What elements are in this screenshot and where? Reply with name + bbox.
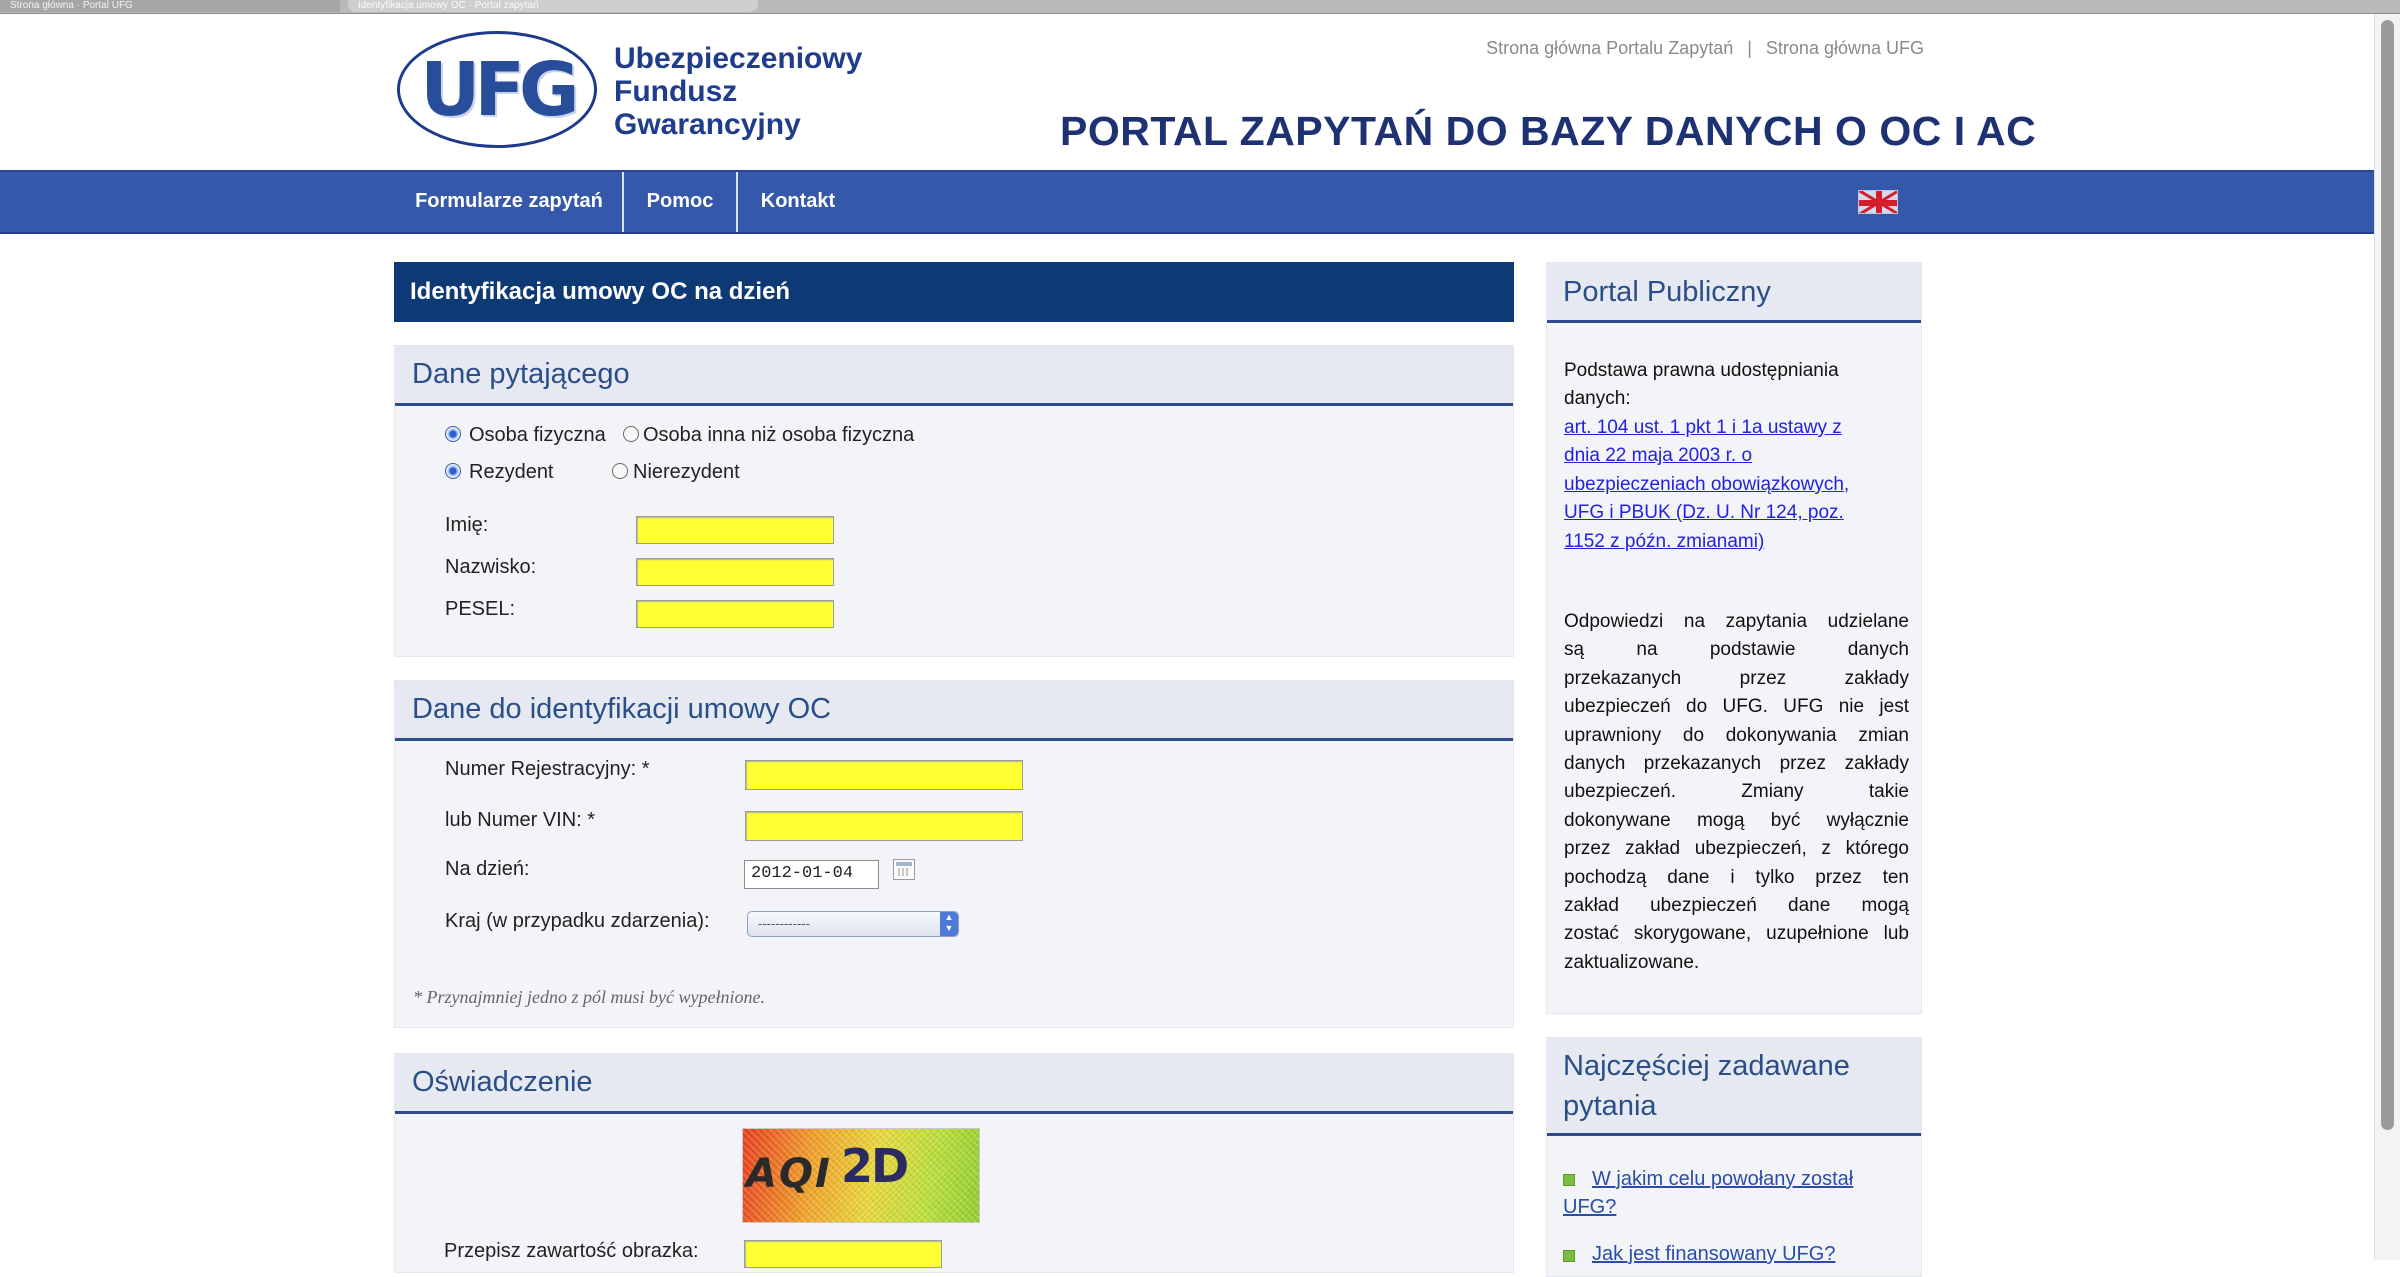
- field-label: Numer Rejestracyjny: *: [445, 758, 650, 780]
- sidebar-heading: Najczęściej zadawane pytania: [1547, 1038, 1921, 1136]
- faq-panel: Najczęściej zadawane pytania W jakim cel…: [1546, 1037, 1922, 1277]
- text-line: danych przekazanych przez zakłady: [1564, 753, 1909, 775]
- radio-non-resident[interactable]: [612, 463, 628, 479]
- faq-link-line[interactable]: W jakim celu powołany został: [1592, 1165, 1912, 1193]
- chevron-updown-icon: ▲ ▼: [940, 912, 958, 936]
- captcha-image: AQI 2D: [742, 1128, 980, 1223]
- main-navigation: Formularze zapytań Pomoc Kontakt: [0, 170, 2374, 234]
- link-ufg-home[interactable]: Strona główna UFG: [1766, 38, 1924, 58]
- text-line: są na podstawie danych: [1564, 639, 1909, 661]
- form-title: Identyfikacja umowy OC na dzień: [394, 262, 1514, 322]
- text-line: pochodzą dane i tylko przez ten: [1564, 866, 1909, 888]
- field-label: Nazwisko:: [445, 556, 537, 578]
- radio-natural-person[interactable]: [445, 426, 461, 442]
- legal-basis-link[interactable]: art. 104 ust. 1 pkt 1 i 1a ustawy z dnia…: [1564, 414, 1909, 556]
- text-line: przekazanych przez zakłady: [1564, 667, 1909, 689]
- text-line: Odpowiedzi na zapytania udzielane: [1564, 611, 1909, 632]
- country-select[interactable]: ------------ ▲ ▼: [747, 911, 959, 937]
- faq-item[interactable]: Jak jest finansowany UFG?: [1592, 1240, 1912, 1268]
- browser-tab-strip: Strona główna · Portal UFG Identyfikacja…: [0, 0, 2400, 14]
- nav-item-contact[interactable]: Kontakt: [740, 172, 856, 232]
- legal-basis-intro: Podstawa prawna udostępniania danych:: [1564, 357, 1909, 414]
- faq-bullet-icon: [1563, 1250, 1575, 1262]
- field-label: Kraj (w przypadku zdarzenia):: [445, 910, 710, 932]
- contract-section: Dane do identyfikacji umowy OC Numer Rej…: [394, 680, 1514, 1028]
- data-disclaimer: Odpowiedzi na zapytania udzielane są na …: [1564, 608, 1909, 977]
- page-scrollbar[interactable]: [2374, 14, 2400, 1260]
- logo-text: UFG: [420, 46, 579, 133]
- flag-stripe: [1876, 191, 1882, 213]
- heading-line: pytania: [1563, 1090, 1657, 1122]
- text-line: zakład ubezpieczeń dane mogą: [1564, 895, 1909, 917]
- captcha-text: 2D: [841, 1139, 909, 1193]
- required-note: * Przynajmniej jedno z pól musi być wype…: [413, 987, 765, 1007]
- first-name-input[interactable]: [636, 516, 834, 544]
- radio-label: Rezydent: [469, 461, 554, 483]
- org-name-line: Ubezpieczeniowy: [614, 42, 863, 75]
- org-name-line: Fundusz: [614, 75, 738, 108]
- faq-link-line[interactable]: Jak jest finansowany UFG?: [1592, 1240, 1912, 1268]
- scrollbar-thumb[interactable]: [2381, 20, 2394, 1130]
- heading-line: Najczęściej zadawane: [1563, 1050, 1850, 1082]
- last-name-input[interactable]: [636, 558, 834, 586]
- link-line[interactable]: dnia 22 maja 2003 r. o: [1564, 442, 1909, 470]
- text-line: uprawniony do dokonywania zmian: [1564, 724, 1909, 746]
- portal-title: PORTAL ZAPYTAŃ DO BAZY DANYCH O OC I AC: [1060, 108, 2037, 154]
- registration-number-input[interactable]: [745, 760, 1023, 790]
- text-line: ubezpieczeń do UFG. UFG nie jest: [1564, 696, 1909, 718]
- text-line: Podstawa prawna udostępniania: [1564, 360, 1839, 381]
- browser-tab[interactable]: Strona główna · Portal UFG: [0, 0, 340, 12]
- faq-bullet-icon: [1563, 1174, 1575, 1186]
- org-name-line: Gwarancyjny: [614, 108, 801, 141]
- top-links: Strona główna Portalu Zapytań | Strona głó…: [1450, 38, 1924, 59]
- ufg-logo[interactable]: UFG: [397, 31, 597, 148]
- nav-divider: [622, 172, 624, 232]
- nav-item-forms[interactable]: Formularze zapytań: [398, 172, 620, 232]
- captcha-input[interactable]: [744, 1240, 942, 1268]
- nav-divider: [736, 172, 738, 232]
- section-heading: Oświadczenie: [395, 1054, 1513, 1114]
- link-portal-home[interactable]: Strona główna Portalu Zapytań: [1486, 38, 1733, 58]
- vin-input[interactable]: [745, 811, 1023, 841]
- link-line[interactable]: UFG i PBUK (Dz. U. Nr 124, poz.: [1564, 499, 1909, 527]
- link-line[interactable]: 1152 z późn. zmianami): [1564, 528, 1909, 556]
- sidebar-heading: Portal Publiczny: [1547, 263, 1921, 323]
- public-portal-panel: Portal Publiczny Podstawa prawna udostęp…: [1546, 262, 1922, 1014]
- radio-label: Osoba inna niż osoba fizyczna: [643, 424, 915, 446]
- faq-link-line[interactable]: UFG?: [1563, 1193, 1883, 1221]
- captcha-text: AQI: [746, 1151, 832, 1197]
- radio-label: Nierezydent: [633, 461, 740, 483]
- text-line: przez zakład ubezpieczeń, z którego: [1564, 838, 1909, 860]
- field-label: PESEL:: [445, 598, 516, 620]
- calendar-icon[interactable]: [893, 859, 915, 880]
- text-line: zostać skorygowane, uzupełnione lub: [1564, 923, 1909, 945]
- radio-label: Osoba fizyczna: [469, 424, 606, 446]
- requester-section: Dane pytającego Osoba fizyczna Osoba inn…: [394, 345, 1514, 657]
- nav-item-help[interactable]: Pomoc: [625, 172, 735, 232]
- text-line: zaktualizowane.: [1564, 951, 1700, 973]
- link-line[interactable]: art. 104 ust. 1 pkt 1 i 1a ustawy z: [1564, 414, 1909, 442]
- faq-item[interactable]: W jakim celu powołany został: [1592, 1165, 1912, 1193]
- link-line[interactable]: ubezpieczeniach obowiązkowych,: [1564, 471, 1909, 499]
- top-links-separator: |: [1747, 38, 1752, 58]
- text-line: ubezpieczeń. Zmiany takie: [1564, 781, 1909, 803]
- country-select-value: ------------: [758, 916, 810, 931]
- pesel-input[interactable]: [636, 600, 834, 628]
- section-heading: Dane do identyfikacji umowy OC: [395, 681, 1513, 741]
- text-line: dokonywane mogą być wyłącznie: [1564, 809, 1909, 831]
- radio-resident[interactable]: [445, 463, 461, 479]
- organization-name: Ubezpieczeniowy Fundusz Gwarancyjny: [614, 42, 862, 141]
- section-heading: Dane pytającego: [395, 346, 1513, 406]
- uk-flag-icon[interactable]: [1858, 190, 1898, 214]
- radio-other-person[interactable]: [623, 426, 639, 442]
- text-line: danych:: [1564, 388, 1631, 410]
- field-label: Imię:: [445, 514, 489, 536]
- field-label: Na dzień:: [445, 858, 530, 880]
- date-input[interactable]: 2012-01-04: [744, 860, 879, 889]
- browser-tab-active[interactable]: Identyfikacja umowy OC · Portal zapytań: [348, 0, 758, 12]
- field-label: lub Numer VIN: *: [445, 809, 596, 831]
- faq-item-continued[interactable]: UFG?: [1563, 1193, 1883, 1221]
